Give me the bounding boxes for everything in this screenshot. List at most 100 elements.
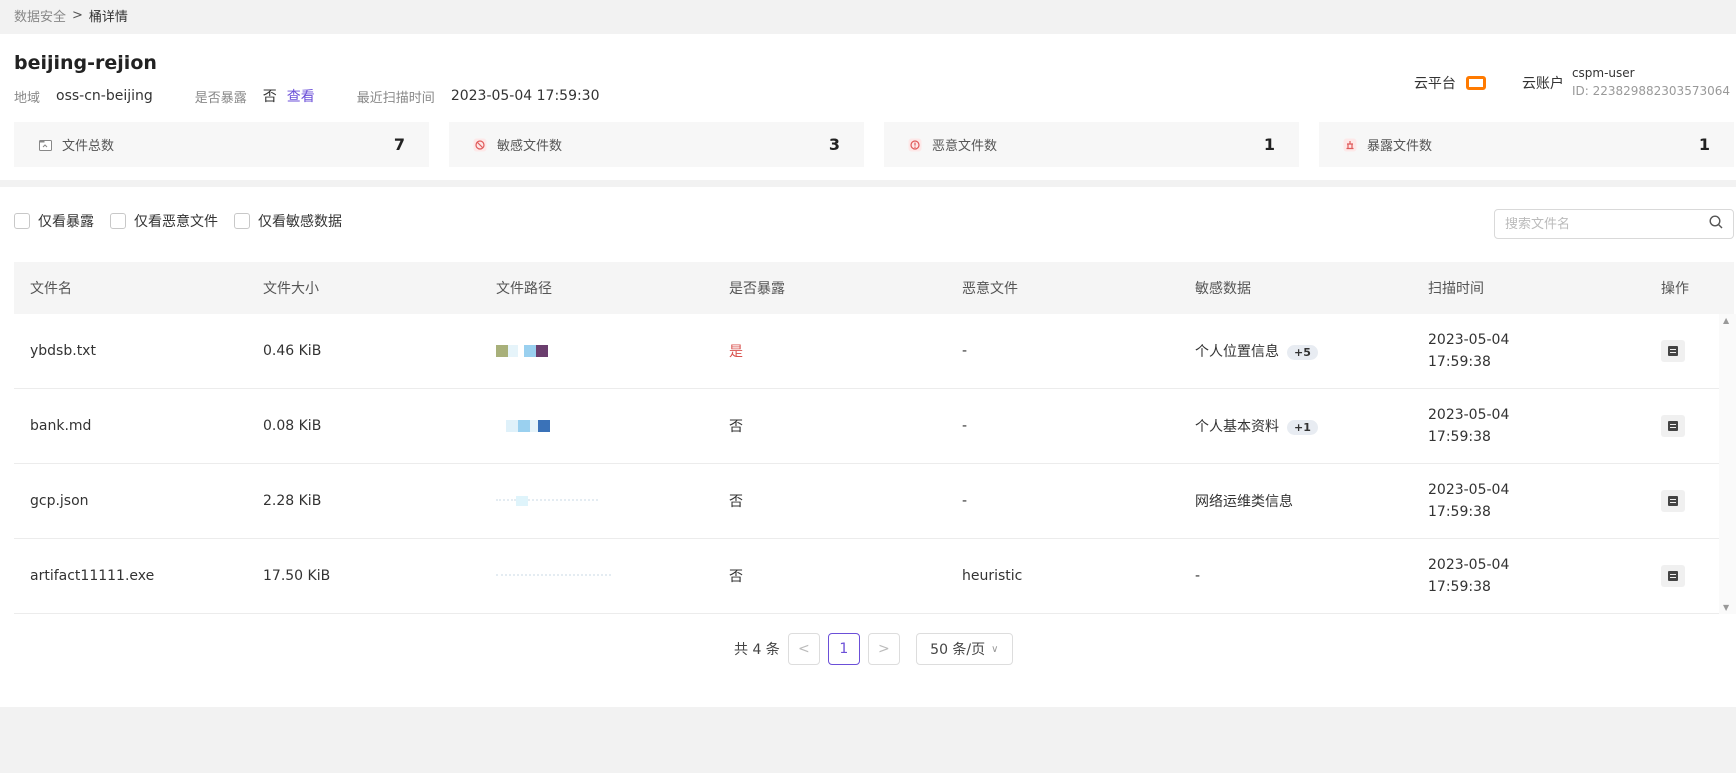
folder-icon [38, 138, 52, 152]
bucket-header: beijing-rejion 地域 oss-cn-beijing 是否暴露 否 … [0, 34, 1736, 180]
exposed-value: 否 [262, 89, 277, 105]
table-scrollbar[interactable]: ▲ ▼ [1719, 314, 1736, 614]
next-page-button[interactable]: > [867, 633, 900, 665]
table-row: ybdsb.txt 0.46 KiB 是 - 个人位置信息 +5 2023-05-… [14, 314, 1734, 389]
file-name: ybdsb.txt [30, 343, 96, 359]
sensitive-data: 个人基本资料 +1 [1179, 416, 1412, 436]
exposed-status: 是 [729, 344, 743, 360]
sensitive-more-badge[interactable]: +5 [1287, 345, 1318, 360]
detail-button[interactable] [1661, 565, 1685, 587]
prev-page-button[interactable]: < [787, 633, 820, 665]
search-icon[interactable] [1709, 215, 1723, 233]
column-header: 文件路径 [496, 281, 552, 297]
stat-value: 1 [1263, 135, 1275, 154]
page-size-select[interactable]: 50 条/页 ∨ [915, 633, 1013, 665]
scan-time: 2023-05-04 17:59:38 [1412, 329, 1645, 373]
stats-row: 文件总数 7 敏感文件数 3 恶意文件数 1 暴露文件数 1 [14, 122, 1734, 167]
malicious-icon [908, 138, 922, 152]
filter-label: 仅看暴露 [38, 214, 94, 230]
scan-time-label: 最近扫描时间 [356, 90, 435, 106]
file-path-redacted [480, 568, 713, 584]
cloud-account: 云账户 cspm-user ID: 223829882303573064 [1522, 65, 1730, 101]
file-name: bank.md [30, 418, 92, 434]
filter-only-exposed[interactable]: 仅看暴露 [14, 211, 94, 231]
cloud-info: 云平台 云账户 cspm-user ID: 223829882303573064 [1414, 65, 1730, 101]
filter-label: 仅看敏感数据 [258, 214, 342, 230]
alibaba-cloud-icon [1465, 76, 1486, 90]
account-id: ID: 223829882303573064 [1571, 84, 1730, 98]
scroll-up-icon[interactable]: ▲ [1723, 316, 1729, 325]
view-link[interactable]: 查看 [287, 86, 315, 106]
file-list-panel: 仅看暴露 仅看恶意文件 仅看敏感数据 文件名 文件大小 文件路径 是否暴露 恶意… [0, 187, 1736, 707]
filter-only-sensitive[interactable]: 仅看敏感数据 [234, 211, 342, 231]
breadcrumb-parent[interactable]: 数据安全 [14, 6, 66, 25]
checkbox[interactable] [110, 213, 126, 229]
filter-label: 仅看恶意文件 [134, 214, 218, 230]
scan-time: 2023-05-04 17:59:38 [1412, 479, 1645, 523]
breadcrumb-current: 桶详情 [88, 9, 128, 25]
region-value: oss-cn-beijing [56, 88, 153, 104]
malicious-status: heuristic [962, 568, 1023, 584]
file-size: 0.46 KiB [263, 343, 322, 359]
file-table: 文件名 文件大小 文件路径 是否暴露 恶意文件 敏感数据 扫描时间 操作 ybd… [14, 262, 1734, 614]
stat-label: 文件总数 [62, 139, 115, 154]
exposed-status: 否 [729, 569, 743, 585]
detail-button[interactable] [1661, 490, 1685, 512]
column-header: 操作 [1661, 281, 1689, 297]
search-box [1494, 209, 1734, 239]
chevron-down-icon: ∨ [991, 643, 999, 655]
sensitive-more-badge[interactable]: +1 [1287, 420, 1318, 435]
document-icon [1668, 421, 1678, 431]
sensitive-data: - [1179, 568, 1412, 584]
file-name: gcp.json [30, 493, 89, 509]
sensitive-label: - [1195, 568, 1201, 584]
malicious-status: - [962, 343, 968, 359]
checkbox[interactable] [234, 213, 250, 229]
file-name: artifact11111.exe [30, 568, 155, 584]
pagination-total: 共 4 条 [734, 642, 780, 658]
stat-label: 恶意文件数 [932, 139, 998, 154]
scan-date: 2023-05-04 [1428, 482, 1510, 498]
sensitive-label: 个人位置信息 [1195, 344, 1279, 360]
checkbox[interactable] [14, 213, 30, 229]
file-size: 0.08 KiB [263, 418, 322, 434]
detail-button[interactable] [1661, 415, 1685, 437]
stat-sensitive-files: 敏感文件数 3 [449, 122, 864, 167]
scan-time: 2023-05-04 17:59:38 [1412, 554, 1645, 598]
exposed-icon [1343, 138, 1357, 152]
search-input[interactable] [1505, 216, 1709, 232]
page-title: beijing-rejion [14, 52, 157, 74]
page-button-current[interactable]: 1 [827, 633, 860, 665]
filter-only-malicious[interactable]: 仅看恶意文件 [110, 211, 218, 231]
scan-date: 2023-05-04 [1428, 407, 1510, 423]
pagination: 共 4 条 < 1 > 50 条/页 ∨ [734, 633, 1013, 665]
stat-label: 暴露文件数 [1367, 139, 1433, 154]
cloud-platform-label: 云平台 [1413, 76, 1456, 92]
column-header: 敏感数据 [1195, 281, 1251, 297]
exposed-label: 是否暴露 [194, 90, 247, 106]
sensitive-label: 个人基本资料 [1195, 419, 1279, 435]
sensitive-icon [473, 138, 487, 152]
column-header: 是否暴露 [729, 281, 785, 297]
detail-button[interactable] [1661, 340, 1685, 362]
scroll-down-icon[interactable]: ▼ [1723, 603, 1729, 612]
document-icon [1668, 346, 1678, 356]
scan-clock: 17:59:38 [1428, 429, 1491, 445]
table-header: 文件名 文件大小 文件路径 是否暴露 恶意文件 敏感数据 扫描时间 操作 [14, 262, 1734, 314]
document-icon [1668, 571, 1678, 581]
file-path-redacted [480, 418, 713, 434]
file-path-redacted [480, 343, 713, 359]
document-icon [1668, 496, 1678, 506]
malicious-status: - [962, 418, 968, 434]
account-user: cspm-user [1571, 66, 1635, 80]
row-actions [1645, 490, 1725, 512]
row-actions [1645, 565, 1725, 587]
stat-value: 3 [828, 135, 840, 154]
table-row: gcp.json 2.28 KiB 否 - 网络运维类信息 2023-05-04… [14, 464, 1734, 539]
cloud-account-label: 云账户 [1521, 76, 1564, 92]
stat-label: 敏感文件数 [497, 139, 563, 154]
exposed-status: 否 [729, 419, 743, 435]
scan-time: 2023-05-04 17:59:38 [1412, 404, 1645, 448]
scan-clock: 17:59:38 [1428, 354, 1491, 370]
row-actions [1645, 415, 1725, 437]
